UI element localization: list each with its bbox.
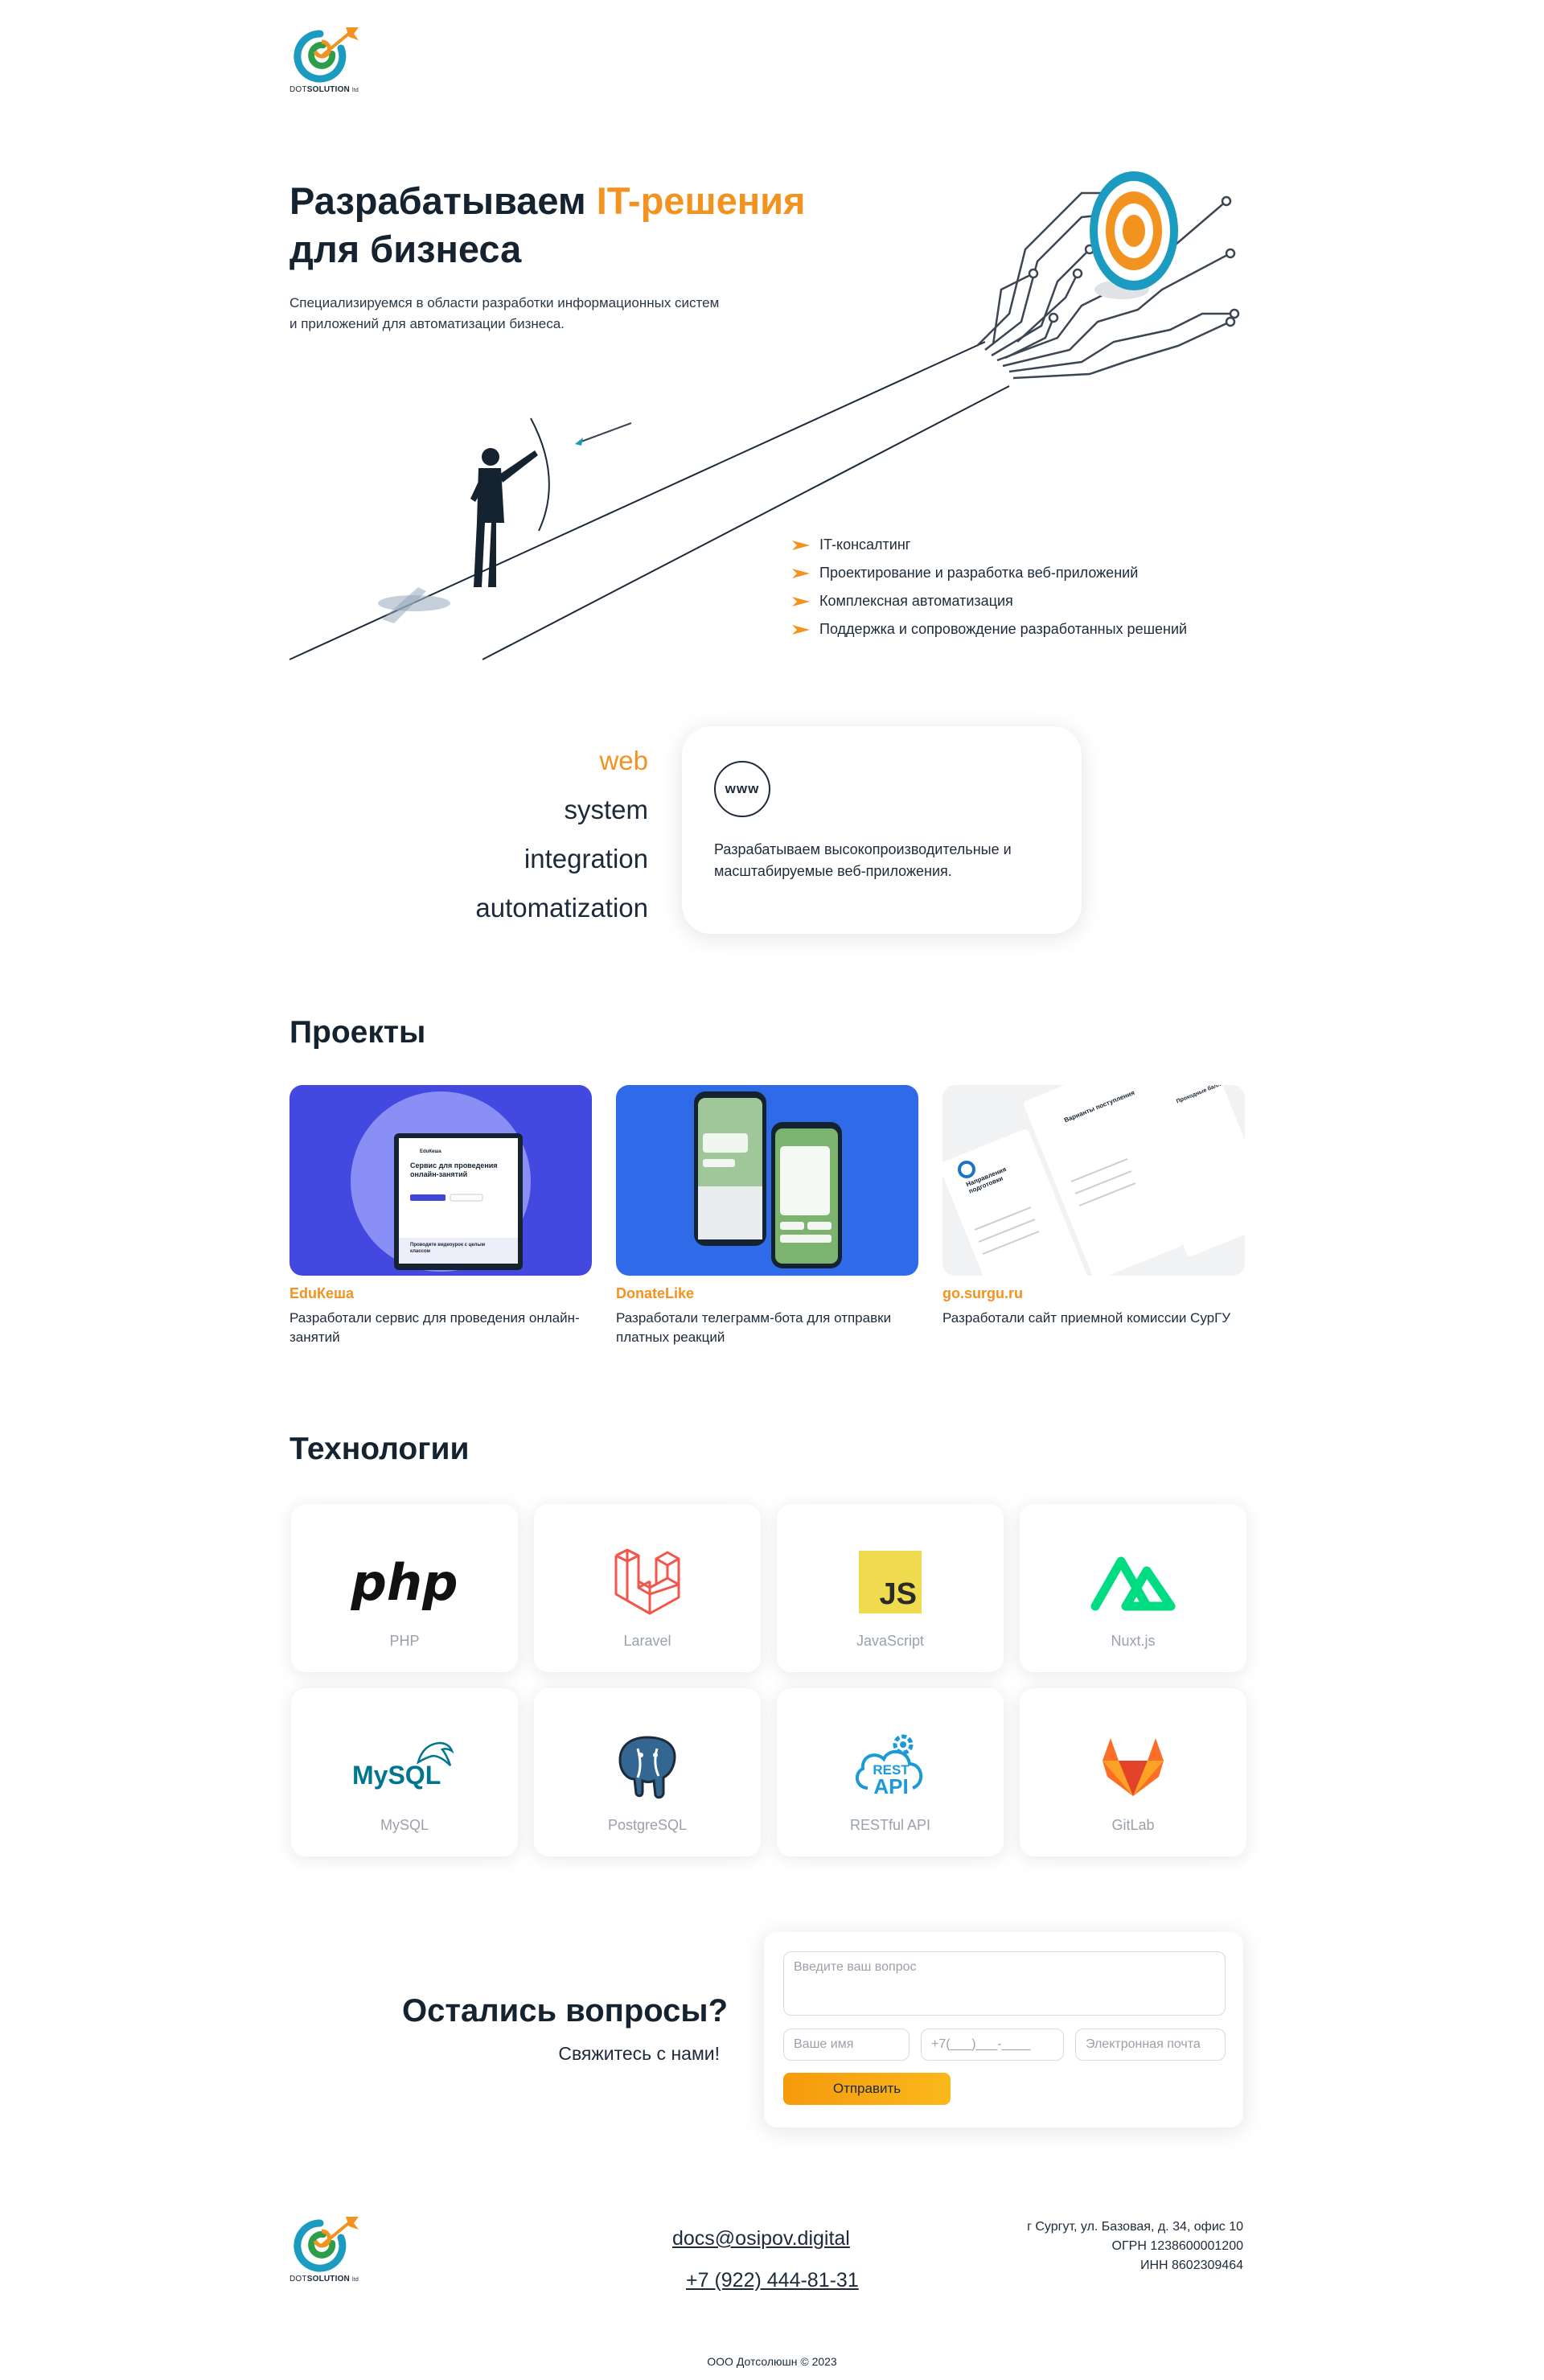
- tech-label: PHP: [389, 1633, 420, 1649]
- direction-card: www Разрабатываем высокопроизводительные…: [682, 726, 1082, 934]
- project-card-edukesha[interactable]: EduКеша Сервис для проведения онлайн-зан…: [290, 1085, 592, 1347]
- target-logo-icon: [294, 2217, 359, 2272]
- name-input[interactable]: [783, 2029, 910, 2061]
- www-icon: www: [714, 761, 770, 817]
- edukesha-mock-heading: Сервис для проведения онлайн-занятий: [410, 1161, 498, 1178]
- project-card-surgu[interactable]: Направления подготовки Варианты поступле…: [942, 1085, 1245, 1328]
- rest-api-icon: REST API: [777, 1730, 1004, 1802]
- service-item: Проектирование и разработка веб-приложен…: [792, 559, 1187, 587]
- tech-label: GitLab: [1111, 1817, 1155, 1833]
- tech-label: Nuxt.js: [1111, 1633, 1156, 1649]
- arrow-bullet-icon: [792, 540, 810, 550]
- project-description: Разработали сервис для проведения онлайн…: [290, 1310, 580, 1345]
- project-description: Разработали телеграмм-бота для отправки …: [616, 1310, 892, 1345]
- javascript-icon: JS: [777, 1546, 1004, 1618]
- tech-label: JavaScript: [856, 1633, 925, 1649]
- email-input[interactable]: [1075, 2029, 1226, 2061]
- project-link-surgu[interactable]: go.surgu.ru: [942, 1285, 1245, 1302]
- phone-input[interactable]: [921, 2029, 1064, 2061]
- tech-label: PostgreSQL: [607, 1817, 688, 1833]
- tab-web[interactable]: web: [386, 736, 648, 785]
- project-thumbnail[interactable]: [616, 1085, 918, 1276]
- footer-address: г Сургут, ул. Базовая, д. 34, офис 10: [1027, 2220, 1243, 2234]
- donatelike-phones-art: [694, 1091, 842, 1268]
- tech-card-mysql: MySQL MySQL: [291, 1688, 518, 1856]
- copyright: ООО Дотсолюшн © 2023: [707, 2355, 837, 2368]
- tab-system[interactable]: system: [386, 785, 648, 834]
- contact-title: Остались вопросы?: [402, 1993, 728, 2029]
- tab-automatization[interactable]: automatization: [386, 883, 648, 932]
- hero-subtitle: Специализируемся в области разработки ин…: [290, 295, 720, 331]
- tech-label: Laravel: [623, 1633, 671, 1649]
- php-icon: php: [351, 1552, 458, 1612]
- footer-logo[interactable]: DOTSOLUTION ltd: [290, 2214, 378, 2294]
- direction-description: Разрабатываем высокопроизводительные и м…: [714, 841, 1012, 879]
- edukesha-mock-promo: Проводите видеоурок с целым классом: [410, 1243, 486, 1254]
- laravel-icon: [534, 1546, 761, 1618]
- services-list: IT-консалтинг Проектирование и разработк…: [792, 531, 1187, 643]
- tech-card-laravel: Laravel: [534, 1504, 761, 1672]
- header-logo[interactable]: DOTSOLUTION ltd: [290, 24, 378, 105]
- question-textarea[interactable]: [783, 1951, 1226, 2016]
- service-item: IT-консалтинг: [792, 531, 1187, 559]
- submit-button[interactable]: Отправить: [783, 2073, 951, 2105]
- project-link-edukesha[interactable]: EduКеша: [290, 1285, 592, 1302]
- arrow-bullet-icon: [792, 568, 810, 578]
- target-logo-icon: [294, 27, 359, 83]
- contact-form: Отправить: [764, 1932, 1243, 2127]
- project-link-donatelike[interactable]: DonateLike: [616, 1285, 918, 1302]
- footer-company-info: г Сургут, ул. Базовая, д. 34, офис 10 ОГ…: [1027, 2218, 1243, 2275]
- tech-card-php: php PHP: [291, 1504, 518, 1672]
- project-description: Разработали сайт приемной комиссии СурГУ: [942, 1310, 1231, 1326]
- logo-wordmark: DOTSOLUTION ltd: [290, 85, 359, 94]
- hero-title-highlight: IT-решения: [596, 179, 806, 222]
- footer-email-link[interactable]: docs@osipov.digital: [672, 2227, 850, 2251]
- contact-subtitle: Свяжитесь с нами!: [558, 2043, 720, 2064]
- service-item: Комплексная автоматизация: [792, 587, 1187, 615]
- nuxt-icon: [1020, 1546, 1246, 1618]
- arrow-bullet-icon: [792, 624, 810, 635]
- postgresql-icon: [534, 1730, 761, 1802]
- arrow-bullet-icon: [792, 596, 810, 606]
- edukesha-mock-brand: EduКеша: [420, 1149, 441, 1154]
- footer-inn: ИНН 8602309464: [1140, 2259, 1243, 2272]
- directions-tabs: web system integration automatization: [386, 736, 648, 932]
- logo-wordmark: DOTSOLUTION ltd: [290, 2275, 359, 2283]
- project-thumbnail[interactable]: EduКеша Сервис для проведения онлайн-зан…: [290, 1085, 592, 1276]
- tech-label: RESTful API: [849, 1817, 931, 1833]
- service-item: Поддержка и сопровождение разработанных …: [792, 615, 1187, 643]
- tech-card-javascript: JS JavaScript: [777, 1504, 1004, 1672]
- project-thumbnail[interactable]: Направления подготовки Варианты поступле…: [942, 1085, 1245, 1276]
- tech-card-rest-api: REST API RESTful API: [777, 1688, 1004, 1856]
- gitlab-icon: [1020, 1730, 1246, 1802]
- tech-card-nuxt: Nuxt.js: [1020, 1504, 1246, 1672]
- tab-integration[interactable]: integration: [386, 834, 648, 883]
- footer-phone-link[interactable]: +7 (922) 444-81-31: [686, 2269, 859, 2292]
- tech-card-gitlab: GitLab: [1020, 1688, 1246, 1856]
- project-card-donatelike[interactable]: DonateLike Разработали телеграмм-бота дл…: [616, 1085, 918, 1347]
- tech-label: MySQL: [380, 1817, 429, 1833]
- technologies-title: Технологии: [290, 1432, 470, 1466]
- projects-title: Проекты: [290, 1015, 426, 1050]
- footer-ogrn: ОГРН 1238600001200: [1111, 2239, 1243, 2253]
- tech-card-postgresql: PostgreSQL: [534, 1688, 761, 1856]
- hero-title: Разрабатываем IT-решения для бизнеса: [290, 179, 806, 270]
- mysql-icon: MySQL: [291, 1730, 518, 1802]
